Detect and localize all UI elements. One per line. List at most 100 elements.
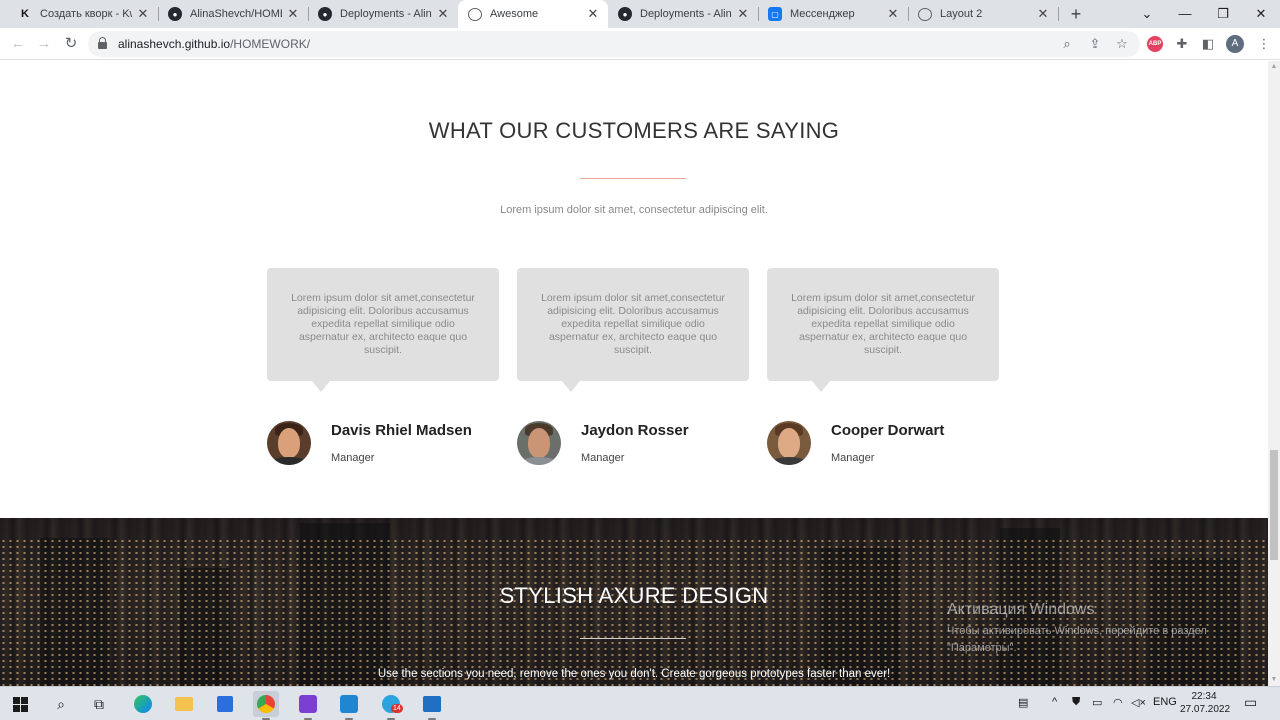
- windows-taskbar: ⌕ ⧉ 14 ▤ ^ ⛊ ▭ ◠ ◁× ENG 22:34 27.07.2022…: [0, 686, 1280, 720]
- vscode-icon[interactable]: [336, 691, 362, 720]
- address-bar[interactable]: alinashevch.github.io/HOMEWORK/ ⌕ ⇪ ☆: [88, 31, 1140, 57]
- testimonial-quote: Lorem ipsum dolor sit amet,consectetur a…: [541, 292, 725, 356]
- edge-browser-icon[interactable]: [130, 691, 156, 717]
- forward-arrow-icon[interactable]: →: [32, 32, 56, 56]
- wifi-icon[interactable]: ◠: [1113, 696, 1123, 709]
- browser-toolbar: ← → ↻ alinashevch.github.io/HOMEWORK/ ⌕ …: [0, 28, 1280, 60]
- clock-time: 22:34: [1191, 691, 1217, 702]
- bookmark-star-icon[interactable]: ☆: [1113, 35, 1131, 53]
- action-center-icon[interactable]: ▤: [1018, 696, 1028, 709]
- security-shield-icon[interactable]: ⛊: [1072, 696, 1080, 709]
- testimonial-quote: Lorem ipsum dolor sit amet,consectetur a…: [791, 292, 975, 356]
- scroll-down-arrow-icon[interactable]: ▼: [1268, 674, 1280, 686]
- github-icon: ●: [318, 7, 332, 21]
- url-text: alinashevch.github.io/HOMEWORK/: [118, 37, 310, 51]
- scroll-up-arrow-icon[interactable]: ▲: [1268, 61, 1280, 73]
- testimonials-subtitle: Lorem ipsum dolor sit amet, consectetur …: [500, 204, 768, 216]
- page-viewport: WHAT OUR CUSTOMERS ARE SAYING Lorem ipsu…: [0, 61, 1268, 686]
- testimonial-author: Cooper Dorwart Manager: [767, 421, 999, 467]
- lock-icon: [98, 37, 107, 49]
- volume-icon[interactable]: ◁×: [1131, 696, 1146, 709]
- tab-awesome[interactable]: Awesome ✕: [458, 0, 608, 28]
- globe-icon: [468, 7, 482, 21]
- close-tab-icon[interactable]: ✕: [736, 6, 750, 22]
- tab-messenger[interactable]: ▢ Мессенджер ✕: [758, 0, 908, 28]
- side-panel-icon[interactable]: ◧: [1198, 34, 1218, 54]
- github-icon: ●: [618, 7, 632, 21]
- testimonial-author: Jaydon Rosser Manager: [517, 421, 749, 467]
- notification-badge: 14: [391, 704, 403, 713]
- minimize-button[interactable]: —: [1166, 0, 1204, 28]
- close-tab-icon[interactable]: ✕: [136, 6, 150, 22]
- testimonials-title: WHAT OUR CUSTOMERS ARE SAYING: [428, 118, 840, 143]
- tab-kwork[interactable]: K Создать кворк - Kwork ✕: [8, 0, 158, 28]
- windows-logo-icon: [12, 696, 28, 712]
- tab-title: Deployments - AlinaShevch: [340, 8, 432, 20]
- github-icon: ●: [168, 7, 182, 21]
- tab-layout-2[interactable]: Layout 2 ✕: [908, 0, 1058, 28]
- extensions-puzzle-icon[interactable]: ✚: [1172, 34, 1192, 54]
- tab-separator: [1058, 7, 1059, 21]
- tab-deployments[interactable]: ● Deployments - AlinaShevch ✕: [308, 0, 458, 28]
- maximize-button[interactable]: ❐: [1204, 0, 1242, 28]
- close-tab-icon[interactable]: ✕: [286, 6, 300, 22]
- close-tab-icon[interactable]: ✕: [436, 6, 450, 22]
- tab-search-chevron-icon[interactable]: ⌄: [1128, 0, 1166, 28]
- testimonial-card: Lorem ipsum dolor sit amet,consectetur a…: [767, 268, 999, 392]
- vertical-scrollbar[interactable]: ▲ ▼: [1268, 61, 1280, 686]
- avatar: [767, 421, 811, 465]
- photos-app-icon[interactable]: [419, 691, 445, 720]
- tab-title: Создать кворк - Kwork: [40, 8, 132, 20]
- speech-pointer: [562, 381, 580, 392]
- file-explorer-icon[interactable]: [171, 691, 197, 717]
- adblock-icon[interactable]: ABP: [1147, 36, 1163, 52]
- search-icon[interactable]: ⌕: [48, 691, 74, 717]
- avatar: [267, 421, 311, 465]
- clock-date: 27.07.2022: [1180, 704, 1231, 715]
- close-window-button[interactable]: ✕: [1242, 0, 1280, 28]
- system-clock[interactable]: 22:34 27.07.2022: [1180, 690, 1231, 716]
- telegram-icon[interactable]: 14: [378, 691, 404, 720]
- back-arrow-icon[interactable]: ←: [6, 32, 30, 56]
- new-tab-button[interactable]: +: [1066, 4, 1086, 24]
- tab-title: Layout 2: [940, 8, 983, 20]
- author-role: Manager: [831, 452, 875, 464]
- author-name: Cooper Dorwart: [831, 422, 945, 439]
- menu-kebab-icon[interactable]: ⋮: [1254, 34, 1274, 54]
- language-indicator[interactable]: ENG: [1153, 696, 1177, 708]
- start-button[interactable]: [7, 691, 33, 717]
- close-tab-icon[interactable]: ✕: [586, 6, 600, 22]
- activation-title: Активация Windows: [947, 601, 1095, 618]
- close-tab-icon[interactable]: ✕: [1036, 6, 1050, 22]
- battery-icon[interactable]: ▭: [1092, 696, 1102, 709]
- testimonial-card: Lorem ipsum dolor sit amet,consectetur a…: [517, 268, 749, 392]
- avatar: [517, 421, 561, 465]
- reload-icon[interactable]: ↻: [59, 32, 83, 56]
- scroll-thumb[interactable]: [1270, 450, 1278, 560]
- notifications-icon[interactable]: ▭: [1244, 694, 1257, 711]
- task-view-icon[interactable]: ⧉: [86, 691, 112, 717]
- store-icon[interactable]: [212, 691, 238, 717]
- tab-strip: K Создать кворк - Kwork ✕ ● AlinaShevch/…: [0, 0, 1280, 28]
- visual-studio-icon[interactable]: [295, 691, 321, 720]
- tray-chevron-up-icon[interactable]: ^: [1052, 696, 1057, 708]
- chrome-icon[interactable]: [253, 691, 279, 720]
- speech-pointer: [312, 381, 330, 392]
- tab-github-homework[interactable]: ● AlinaShevch/HOMEWORK ✕: [158, 0, 308, 28]
- banner-subtitle: Use the sections you need, remove the on…: [377, 668, 891, 680]
- author-role: Manager: [581, 452, 625, 464]
- banner-divider: [580, 638, 686, 639]
- share-icon[interactable]: ⇪: [1086, 35, 1104, 53]
- title-divider: [580, 178, 686, 179]
- globe-icon: [918, 7, 932, 21]
- tab-title: Awesome: [490, 8, 539, 20]
- close-tab-icon[interactable]: ✕: [886, 6, 900, 22]
- profile-avatar[interactable]: A: [1226, 35, 1244, 53]
- speech-pointer: [812, 381, 830, 392]
- author-name: Jaydon Rosser: [581, 422, 689, 439]
- zoom-icon[interactable]: ⌕: [1058, 35, 1076, 53]
- testimonial-author: Davis Rhiel Madsen Manager: [267, 421, 499, 467]
- activation-text: Чтобы активировать Windows, перейдите в …: [947, 625, 1207, 654]
- tab-deployments-2[interactable]: ● Deployments - AlinaShevch ✕: [608, 0, 758, 28]
- windows-activation-watermark: Активация Windows Чтобы активировать Win…: [947, 601, 1247, 657]
